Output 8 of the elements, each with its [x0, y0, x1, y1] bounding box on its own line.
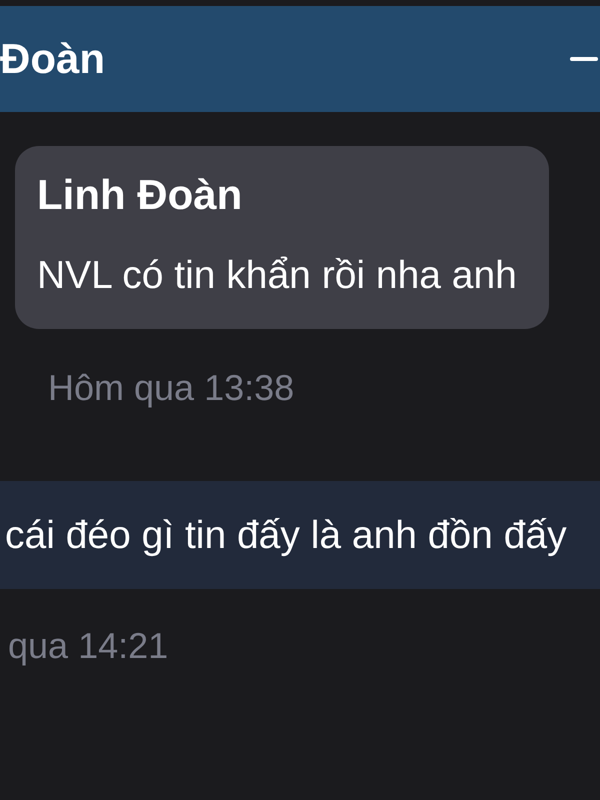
message-time: qua 14:21: [7, 624, 170, 667]
message-text: cái đéo gì tin đấy là anh đồn đấy: [5, 513, 568, 559]
chat-title: Đoàn: [0, 34, 105, 84]
minimize-icon: [570, 57, 598, 61]
message-text: NVL có tin khẩn rồi nha anh: [37, 253, 518, 299]
sender-name: Linh Đoàn: [37, 170, 244, 220]
message-time: Hôm qua 13:38: [47, 366, 296, 409]
minimize-button[interactable]: [570, 57, 598, 61]
